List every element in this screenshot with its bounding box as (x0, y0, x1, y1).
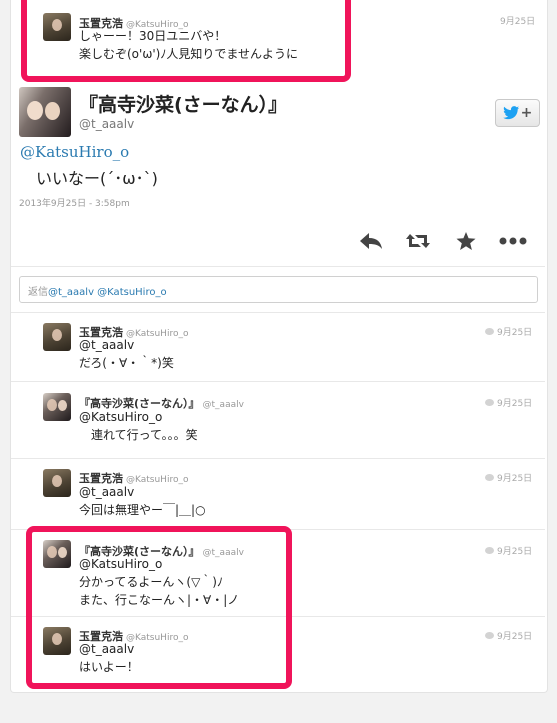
tweet-time[interactable]: 9月25日 (500, 14, 535, 27)
reply-mentions: @t_aaalv @KatsuHiro_o (48, 287, 167, 298)
tweet-text-line: 連れて行って。。。笑 (79, 428, 198, 442)
follow-button[interactable]: + (495, 99, 540, 127)
tweet-text-line: @t_aaalv (79, 338, 135, 352)
tweet-time[interactable]: 9月25日 (497, 474, 532, 484)
tweet-text-line: 今回は無理やー￣|＿|○ (79, 503, 206, 517)
more-icon (499, 237, 527, 245)
conversation-icon (485, 399, 494, 406)
conversation-icon (485, 328, 494, 335)
tweet-timestamp[interactable]: 2013年9月25日 - 3:58pm (19, 196, 130, 209)
conversation-icon (485, 474, 494, 481)
highlight-frame (26, 526, 292, 689)
author-handle[interactable]: @t_aaalv (79, 117, 134, 131)
author-handle[interactable]: @t_aaalv (203, 400, 244, 410)
reply-input[interactable]: 返信@t_aaalv @KatsuHiro_o (19, 276, 538, 303)
favorite-button[interactable] (453, 228, 479, 254)
conversation-icon (485, 547, 494, 554)
reply-tweet[interactable]: 『高寺沙菜(さーなん）』 @t_aaalv 9月25日 @KatsuHiro_o … (11, 382, 545, 458)
author-handle[interactable]: @KatsuHiro_o (126, 329, 188, 339)
author-name[interactable]: 『高寺沙菜(さーなん）』 (79, 90, 287, 117)
author-handle[interactable]: @KatsuHiro_o (126, 475, 188, 485)
retweet-icon (406, 234, 430, 248)
reply-tweet[interactable]: 玉置克浩 @KatsuHiro_o 9月25日 @t_aaalv だろ(・∀・｀*… (11, 313, 545, 381)
avatar[interactable] (43, 469, 71, 497)
star-icon (456, 231, 476, 250)
follow-plus: + (520, 105, 533, 121)
reply-icon (360, 233, 382, 249)
tweet-time[interactable]: 9月25日 (497, 547, 532, 557)
more-button[interactable] (498, 228, 528, 254)
tweet-body: いいなー(´･ω･`) (36, 169, 158, 188)
conversation-icon (485, 632, 494, 639)
tweet-text-line: だろ(・∀・｀*)笑 (79, 356, 174, 370)
avatar[interactable] (43, 393, 71, 421)
avatar[interactable] (43, 323, 71, 351)
highlight-frame (21, 0, 351, 82)
bird-icon (502, 106, 519, 120)
reply-prefix: 返信 (28, 287, 48, 298)
retweet-button[interactable] (405, 228, 431, 254)
avatar[interactable] (19, 87, 71, 137)
tweet-text-line: @KatsuHiro_o (79, 410, 163, 424)
reply-tweet[interactable]: 玉置克浩 @KatsuHiro_o 9月25日 @t_aaalv 今回は無理やー￣… (11, 459, 545, 527)
mention-link[interactable]: @KatsuHiro_o (20, 143, 129, 161)
reply-button[interactable] (358, 228, 384, 254)
tweet-time[interactable]: 9月25日 (497, 632, 532, 642)
tweet-time[interactable]: 9月25日 (497, 399, 532, 409)
tweet-time[interactable]: 9月25日 (497, 328, 532, 338)
tweet-text-line: @t_aaalv (79, 485, 135, 499)
